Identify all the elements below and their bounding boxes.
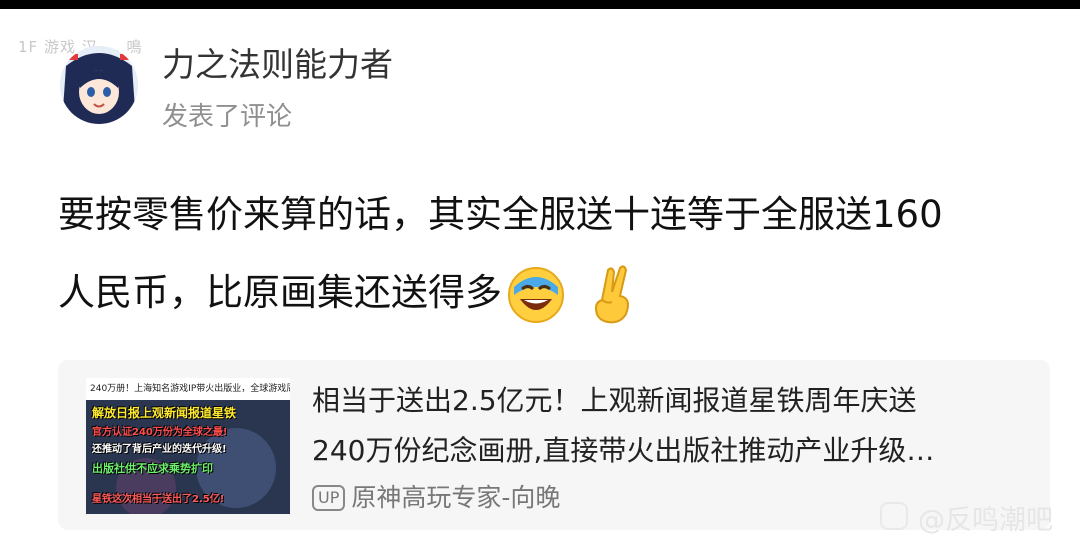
- username[interactable]: 力之法则能力者: [162, 38, 393, 86]
- user-avatar[interactable]: [60, 46, 138, 124]
- up-badge-icon: UP: [312, 485, 346, 511]
- thumbnail-line-5: 星铁这次相当于送出了2.5亿!: [92, 494, 225, 505]
- article-thumbnail: 240万册！上海知名游戏IP带火出版业，全球游戏周边之最 解放日报上观新闻报道星…: [86, 378, 290, 514]
- thumbnail-line-3: 还推动了背后产业的迭代升级!: [92, 444, 227, 455]
- article-title-line-1: 相当于送出2.5亿元！上观新闻报道星铁周年庆送: [312, 384, 917, 417]
- anime-avatar-image: [60, 46, 138, 124]
- thumbnail-line-1: 解放日报上观新闻报道星铁: [92, 406, 237, 420]
- watermark-text: @反鸣潮吧: [918, 505, 1053, 536]
- comment-line-2: 人民币，比原画集还送得多: [58, 254, 1048, 332]
- laughing-emoji-icon: [508, 266, 564, 323]
- thumbnail-line-2: 官方认证240万份为全球之最!: [92, 427, 228, 438]
- crossed-fingers-icon: [594, 264, 629, 323]
- thumbnail-line-4: 出版社供不应求乘势扩印: [92, 462, 213, 475]
- watermark-logo-icon: [880, 502, 908, 530]
- comment-line-2-text: 人民币，比原画集还送得多: [58, 271, 502, 314]
- article-source[interactable]: UP 原神高玩专家-向晚: [312, 478, 560, 514]
- article-title-line-2: 240万份纪念画册,直接带火出版社推动产业升级…: [312, 434, 935, 467]
- comment-text: 要按零售价来算的话，其实全服送十连等于全服送160 人民币，比原画集还送得多: [58, 176, 1048, 332]
- action-label: 发表了评论: [162, 102, 293, 132]
- top-status-bar: [0, 0, 1080, 9]
- article-source-name: 原神高玩专家-向晚: [351, 483, 561, 512]
- article-title[interactable]: 相当于送出2.5亿元！上观新闻报道星铁周年庆送 240万份纪念画册,直接带火出版…: [312, 376, 1032, 476]
- comment-line-1: 要按零售价来算的话，其实全服送十连等于全服送160: [58, 193, 943, 236]
